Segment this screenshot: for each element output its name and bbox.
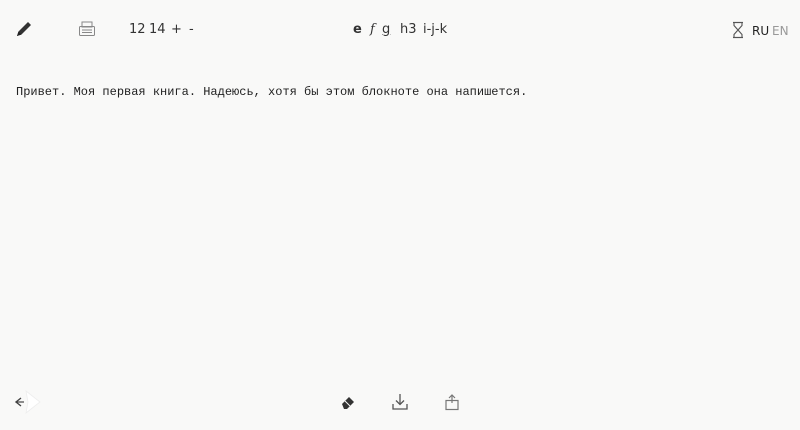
language-en[interactable]: EN xyxy=(772,23,789,39)
heading-button[interactable]: h3 xyxy=(400,22,417,38)
language-ru[interactable]: RU xyxy=(752,23,769,39)
collapse-arrow-icon[interactable] xyxy=(12,387,42,417)
writing-app: 12 14 + - e f g h3 i-j-k RU EN Привет. М… xyxy=(0,0,800,430)
share-icon[interactable] xyxy=(443,392,461,412)
pencil-icon[interactable] xyxy=(14,19,34,39)
underline-button[interactable]: g xyxy=(382,22,390,38)
font-size-decrease[interactable]: - xyxy=(189,22,194,38)
text-editor[interactable]: Привет. Моя первая книга. Надеюсь, хотя … xyxy=(16,84,786,374)
font-size-increase[interactable]: + xyxy=(171,22,182,38)
typewriter-icon[interactable] xyxy=(77,19,97,39)
font-size-12[interactable]: 12 xyxy=(129,22,146,38)
download-icon[interactable] xyxy=(391,392,409,412)
hourglass-icon[interactable] xyxy=(731,21,745,39)
indent-button[interactable]: i-j-k xyxy=(423,22,447,38)
font-size-14[interactable]: 14 xyxy=(149,22,166,38)
top-toolbar: 12 14 + - e f g h3 i-j-k RU EN xyxy=(0,0,800,60)
bold-button[interactable]: e xyxy=(353,22,362,38)
italic-button[interactable]: f xyxy=(370,22,375,38)
eraser-icon[interactable] xyxy=(340,392,356,410)
